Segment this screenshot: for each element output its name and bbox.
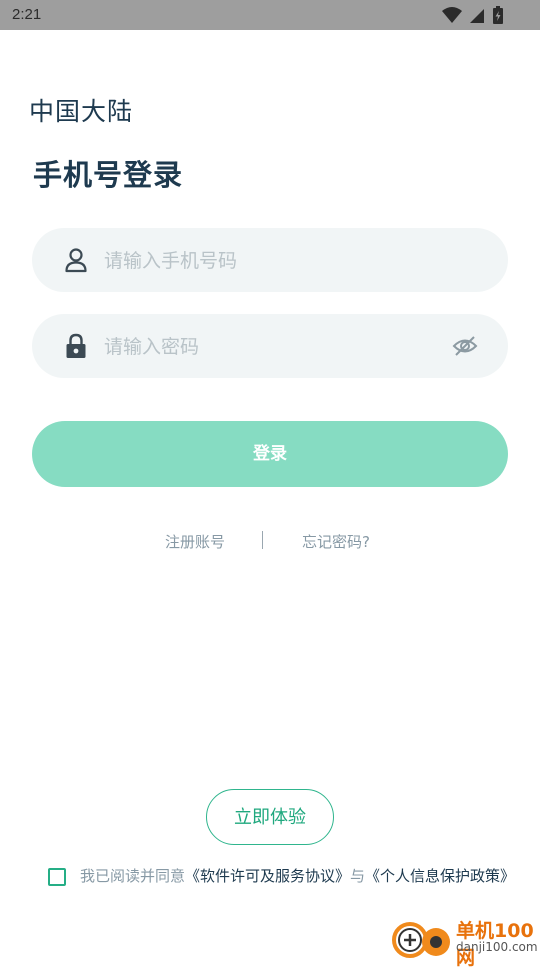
eye-off-icon[interactable] — [452, 334, 478, 358]
user-icon — [65, 248, 87, 273]
watermark-url: danji100.com — [456, 940, 538, 954]
privacy-policy-link[interactable]: 《个人信息保护政策》 — [365, 867, 515, 885]
account-links: 注册账号 忘记密码? — [0, 528, 540, 554]
link-divider — [262, 531, 263, 549]
login-button[interactable]: 登录 — [32, 421, 508, 487]
phone-input[interactable] — [102, 228, 436, 294]
register-link[interactable]: 注册账号 — [165, 531, 225, 552]
agreement-text: 我已阅读并同意《软件许可及服务协议》与《个人信息保护政策》 — [80, 867, 520, 886]
software-agreement-link[interactable]: 《软件许可及服务协议》 — [185, 867, 350, 885]
status-time: 2:21 — [12, 6, 42, 23]
cell-signal-icon — [469, 9, 484, 23]
agreement-prefix: 我已阅读并同意 — [80, 867, 186, 885]
agreement-checkbox[interactable] — [48, 868, 66, 886]
watermark: 单机100网 danji100.com — [390, 912, 540, 969]
try-now-button[interactable]: 立即体验 — [206, 789, 334, 845]
agreement-and: 与 — [350, 867, 366, 885]
region-selector[interactable]: 中国大陆 — [29, 92, 133, 128]
lock-icon — [66, 333, 86, 358]
battery-icon — [493, 6, 503, 24]
password-field[interactable] — [32, 314, 508, 380]
page-title: 手机号登录 — [33, 158, 184, 192]
watermark-logo-icon — [392, 922, 450, 958]
phone-field[interactable] — [32, 228, 508, 294]
status-bar: 2:21 — [0, 0, 540, 30]
password-input[interactable] — [102, 314, 436, 380]
status-icons — [440, 6, 504, 24]
forgot-password-link[interactable]: 忘记密码? — [302, 531, 370, 552]
wifi-icon — [441, 7, 462, 23]
